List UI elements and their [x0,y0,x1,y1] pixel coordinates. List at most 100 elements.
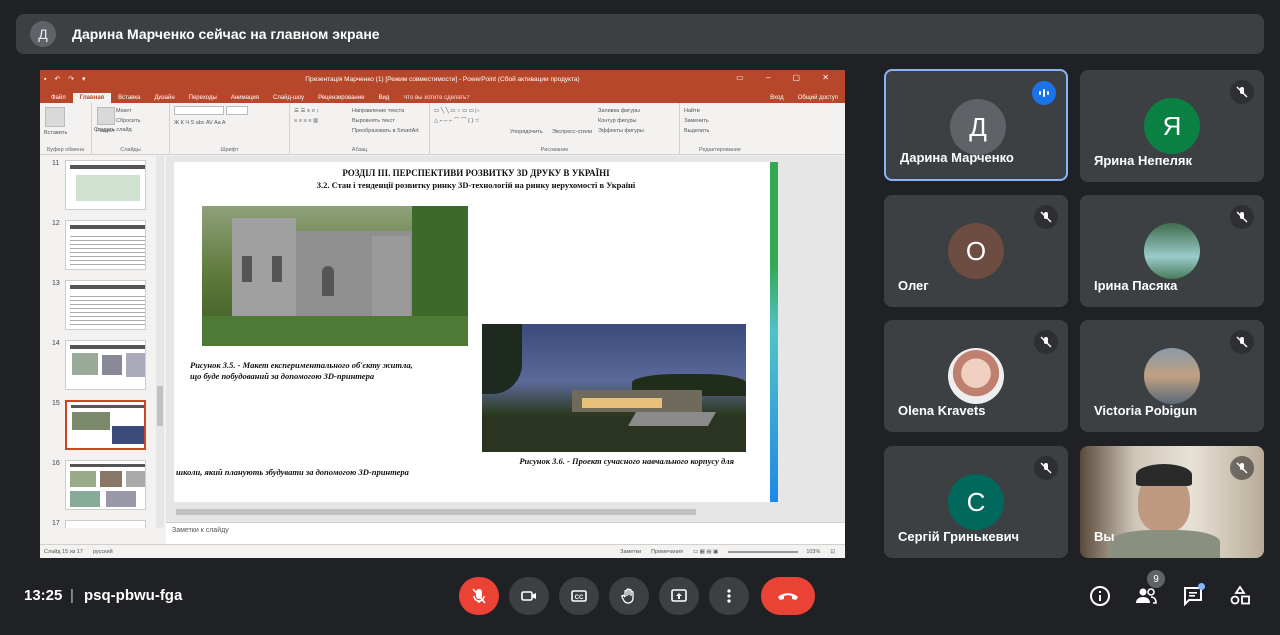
thumbnail-slide[interactable]: 17 [52,520,146,528]
thumbnail-slide[interactable]: 16 [52,460,146,510]
participant-tile-yaryna[interactable]: Я Ярина Непеляк [1080,70,1264,182]
more-options-button[interactable] [709,577,749,615]
tab-review[interactable]: Рецензирование [311,93,371,103]
mic-toggle-button[interactable] [459,577,499,615]
thumbnail-scrollbar[interactable] [156,156,164,528]
presenter-avatar: Д [30,21,56,47]
tab-slideshow[interactable]: Слайд-шоу [266,93,311,103]
slide-counter: Слайд 15 из 17 [44,548,83,555]
fit-slide-icon[interactable]: ⊡ [830,549,835,555]
paste-button[interactable]: Вставить [44,128,87,138]
arrange-button[interactable]: Упорядочить [510,127,543,137]
tab-transitions[interactable]: Переходы [182,93,224,103]
info-icon [1090,586,1110,606]
find-button[interactable]: Найти [684,106,756,116]
thumbnail-slide[interactable]: 13 [52,280,146,330]
tab-home[interactable]: Главная [72,93,112,103]
share-button[interactable]: Общий доступ [791,93,845,103]
select-button[interactable]: Выделить [684,126,756,136]
ribbon: Вставить Буфер обмена Макет Сбросить Раз… [40,103,845,155]
slides-group-label: Слайды [120,147,141,153]
shape-effects-button[interactable]: Эффекты фигуры [598,126,644,136]
camera-icon [521,591,536,601]
mic-off-icon [1034,330,1058,354]
new-slide-icon[interactable] [97,107,115,125]
align-text-button[interactable]: Выровнять текст [352,116,395,126]
slide-canvas: РОЗДІЛ III. ПЕРСПЕКТИВИ РОЗВИТКУ 3D ДРУК… [166,156,845,528]
tell-me-box[interactable]: Что вы хотите сделать? [396,93,476,103]
castle-house-photo [202,206,468,346]
drawing-group-label: Рисование [540,147,569,153]
notes-pane[interactable]: Заметки к слайду [166,522,845,544]
paragraph-group: ☰ ☰ ≡ ≡ ↕ ≡ ≡ ≡ ≡ ▥ Направление текста В… [290,103,430,154]
font-name-box[interactable] [174,106,224,115]
participant-tile-self[interactable]: Вы [1080,446,1264,558]
font-format-icons[interactable]: Ж К Ч S abc AV Aa A [174,118,285,128]
tab-insert[interactable]: Вставка [111,93,147,103]
closed-captions-icon: CC [571,590,587,602]
replace-button[interactable]: Заменить [684,116,756,126]
presenting-text: Дарина Марченко сейчас на главном экране [72,26,380,42]
shape-outline-button[interactable]: Контур фигуры [598,116,636,126]
tab-file[interactable]: Файл [44,93,73,103]
font-group: Ж К Ч S abc AV Aa A Шрифт [170,103,290,154]
notes-toggle[interactable]: Заметки [620,549,641,555]
activities-icon [1230,585,1250,605]
shared-screen[interactable]: ▪ ↶ ↷ ▾ Презентація Марченко (1) [Режим … [40,70,845,558]
participant-avatar: Я [1144,98,1200,154]
shape-fill-button[interactable]: Заливка фигуры [598,106,640,116]
paragraph-group-label: Абзац [351,147,368,153]
slide-subtitle: 3.2. Стан і тенденції розвитку ринку 3D-… [316,180,636,190]
camera-toggle-button[interactable] [509,577,549,615]
comments-toggle[interactable]: Примечания [651,549,683,555]
participant-tile-oleg[interactable]: О Олег [884,195,1068,307]
self-video-body [1110,530,1220,558]
language-indicator[interactable]: русский [93,549,113,555]
zoom-level[interactable]: 103% [806,549,820,555]
current-slide[interactable]: РОЗДІЛ III. ПЕРСПЕКТИВИ РОЗВИТКУ 3D ДРУК… [174,162,778,502]
participant-tile-serhii[interactable]: С Сергій Гринькевич [884,446,1068,558]
zoom-slider[interactable] [728,550,799,553]
thumbnail-number: 14 [52,340,60,347]
present-icon [671,589,687,602]
clipboard-group-label: Буфер обмена [46,147,85,153]
thumbnail-slide[interactable]: 12 [52,220,146,270]
participant-tile-olena[interactable]: Olena Kravets [884,320,1068,432]
shapes-gallery-2[interactable]: △ ⌐ ⌐ ⌐ ⌒ ⌒ { } ☆ [434,116,675,126]
sign-in[interactable]: Вход [763,93,791,103]
font-size-box[interactable] [225,106,248,115]
mic-off-icon [1034,456,1058,480]
figure-caption-3-6: Рисунок 3.6. - Проект сучасного навчальн… [519,456,734,466]
tab-view[interactable]: Вид [371,93,396,103]
leave-call-button[interactable] [761,577,815,615]
thumbnail-slide[interactable]: 11 [52,160,146,210]
ribbon-tabs: Файл Главная Вставка Дизайн Переходы Ани… [40,88,845,103]
participant-tile-iryna[interactable]: Ірина Пасяка [1080,195,1264,307]
tab-animation[interactable]: Анимация [224,93,266,103]
participant-name: Олег [898,278,929,293]
text-direction-button[interactable]: Направление текста [352,106,404,116]
thumbnail-slide-selected[interactable]: 15 [52,400,146,450]
participant-name: Victoria Pobigun [1094,403,1198,418]
captions-button[interactable]: CC [559,577,599,615]
window-controls[interactable]: ▭ – ▢ ✕ [736,73,839,82]
participant-tile-victoria[interactable]: Victoria Pobigun [1080,320,1264,432]
hand-icon [621,588,634,604]
thumbnail-slide[interactable]: 14 [52,340,146,390]
view-buttons[interactable]: ▭ ▦ ▤ ▣ [693,549,718,555]
present-screen-button[interactable] [659,577,699,615]
participant-tile-darina[interactable]: Д Дарина Марченко [884,69,1068,181]
new-slide-button[interactable]: Создать слайд [94,125,132,135]
editing-group: Найти Заменить Выделить Редактирование [680,103,760,154]
meeting-info-button[interactable] [1087,583,1113,609]
figure-caption-3-5: Рисунок 3.5. - Макет експериментального … [190,360,413,381]
paste-icon[interactable] [45,107,65,127]
slide-thumbnails: 11 12 13 14 15 16 17 [40,156,158,528]
quick-styles-button[interactable]: Экспресс-стили [552,127,592,137]
slide-hscrollbar[interactable] [166,508,845,516]
tab-design[interactable]: Дизайн [147,93,181,103]
raise-hand-button[interactable] [609,577,649,615]
activities-button[interactable] [1227,583,1253,609]
people-button[interactable] [1133,583,1159,609]
smartart-button[interactable]: Преобразовать в SmartArt [352,126,419,136]
